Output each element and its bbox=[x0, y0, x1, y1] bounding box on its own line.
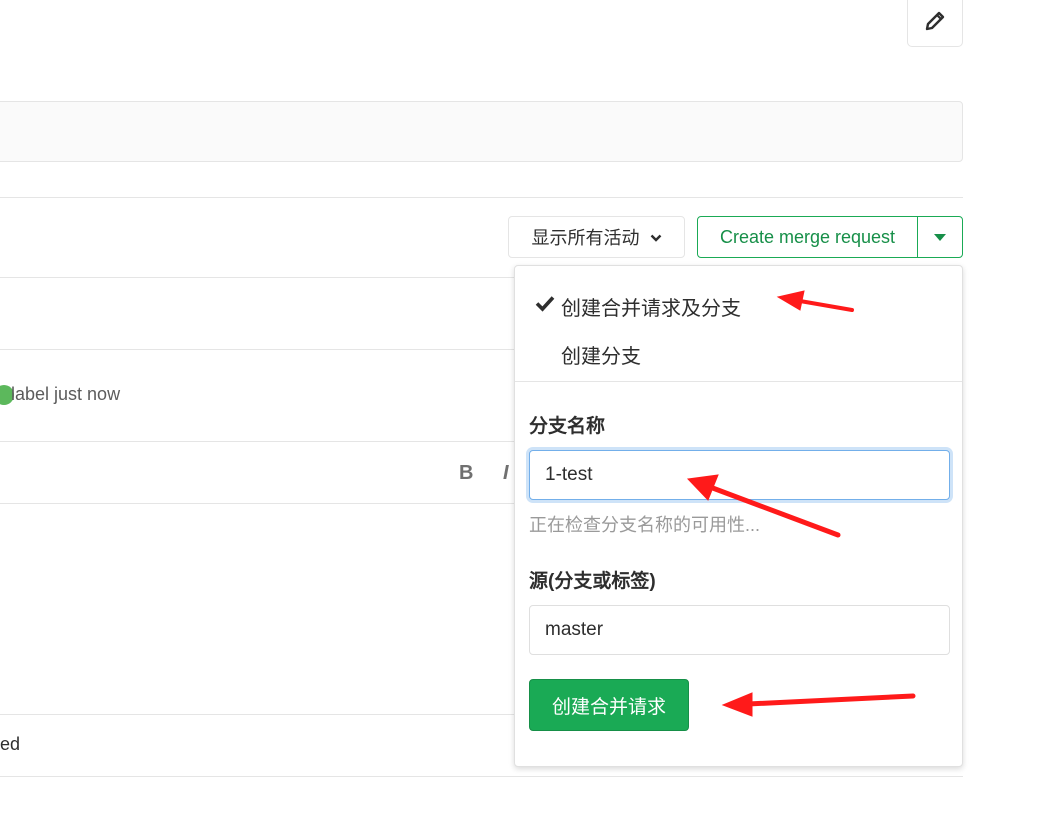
partial-footer-text: ed bbox=[0, 734, 21, 754]
option-create-mr-and-branch[interactable]: 创建合并请求及分支 bbox=[561, 292, 741, 321]
divider bbox=[0, 277, 514, 278]
create-merge-request-submit-button[interactable]: 创建合并请求 bbox=[529, 679, 689, 731]
create-merge-request-button[interactable]: Create merge request bbox=[698, 217, 918, 257]
create-merge-request-split-button: Create merge request bbox=[697, 216, 963, 258]
create-merge-request-dropdown: 创建合并请求及分支 创建分支 分支名称 正在检查分支名称的可用性... 源(分支… bbox=[514, 265, 963, 767]
activity-filter-dropdown[interactable]: 显示所有活动 bbox=[508, 216, 685, 258]
source-ref-input[interactable] bbox=[529, 605, 950, 655]
dropdown-divider bbox=[515, 381, 962, 382]
divider bbox=[0, 197, 963, 198]
divider bbox=[0, 441, 514, 442]
divider bbox=[0, 503, 514, 504]
branch-name-input[interactable] bbox=[529, 450, 950, 500]
description-box bbox=[0, 101, 963, 162]
divider bbox=[0, 349, 514, 350]
divider bbox=[0, 714, 514, 715]
source-label: 源(分支或标签) bbox=[529, 571, 656, 592]
italic-button[interactable]: I bbox=[503, 462, 509, 485]
option-create-branch[interactable]: 创建分支 bbox=[561, 340, 641, 369]
timeline-event-text: label just now bbox=[11, 384, 121, 404]
pencil-icon bbox=[924, 10, 946, 37]
merge-request-options-toggle[interactable] bbox=[918, 217, 962, 257]
activity-filter-label: 显示所有活动 bbox=[531, 228, 640, 248]
check-icon bbox=[535, 294, 555, 317]
divider bbox=[0, 776, 963, 777]
chevron-down-icon bbox=[650, 227, 662, 248]
branch-availability-hint: 正在检查分支名称的可用性... bbox=[529, 515, 761, 535]
caret-down-icon bbox=[934, 233, 946, 241]
edit-button[interactable] bbox=[907, 0, 963, 47]
bold-button[interactable]: B bbox=[459, 462, 473, 485]
branch-name-label: 分支名称 bbox=[529, 416, 606, 437]
